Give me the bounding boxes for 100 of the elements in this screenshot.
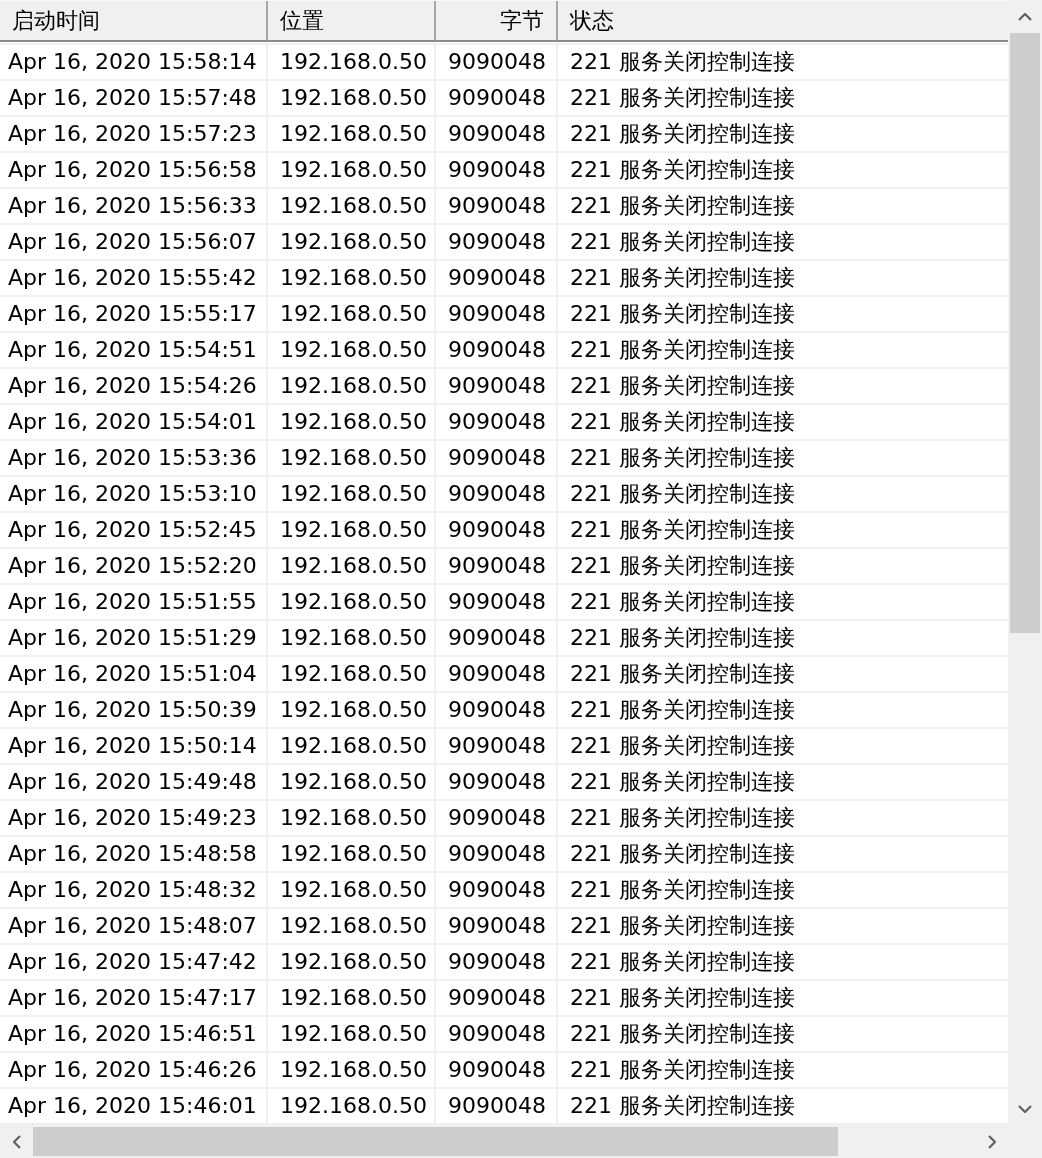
table-cell: 9090048 (436, 657, 558, 691)
table-cell-text: 221 服务关闭控制连接 (569, 516, 796, 544)
table-cell: 192.168.0.50 (268, 1053, 436, 1087)
table-cell-text: 221 服务关闭控制连接 (569, 948, 796, 976)
table-cell: 9090048 (436, 945, 558, 979)
table-cell-text: 221 服务关闭控制连接 (569, 1092, 796, 1120)
table-cell-text: 221 服务关闭控制连接 (569, 372, 796, 400)
table-cell: 192.168.0.50 (268, 405, 436, 439)
table-cell: Apr 16, 2020 15:46:51 (0, 1017, 268, 1051)
table-cell-text: 221 服务关闭控制连接 (569, 840, 796, 868)
table-cell-text: 221 服务关闭控制连接 (569, 336, 796, 364)
table-cell-text: 221 服务关闭控制连接 (569, 876, 796, 904)
table-cell: Apr 16, 2020 15:55:42 (0, 261, 268, 295)
table-cell: 192.168.0.50 (268, 765, 436, 799)
table-cell: 192.168.0.50 (268, 837, 436, 871)
table-cell: Apr 16, 2020 15:52:45 (0, 513, 268, 547)
table-cell: 9090048 (436, 1089, 558, 1123)
table-cell: 192.168.0.50 (268, 261, 436, 295)
scrollbar-thumb[interactable] (33, 1127, 838, 1156)
table-cell: 192.168.0.50 (268, 945, 436, 979)
table-cell-text: 221 服务关闭控制连接 (569, 1056, 796, 1084)
table-cell: 9090048 (436, 729, 558, 763)
column-header[interactable]: 状态 (558, 1, 1008, 40)
table-cell-text: 221 服务关闭控制连接 (569, 228, 796, 256)
table-cell: 9090048 (436, 117, 558, 151)
table-cell: 9090048 (436, 369, 558, 403)
table-cell: Apr 16, 2020 15:54:01 (0, 405, 268, 439)
table-cell: 9090048 (436, 621, 558, 655)
table-cell: 192.168.0.50 (268, 1017, 436, 1051)
table-cell: 9090048 (436, 873, 558, 907)
table-cell: 9090048 (436, 837, 558, 871)
table-cell: Apr 16, 2020 15:49:23 (0, 801, 268, 835)
chevron-up-icon[interactable] (1018, 12, 1032, 21)
table-cell-text: 221 服务关闭控制连接 (569, 84, 796, 112)
table-cell-text: 221 服务关闭控制连接 (569, 408, 796, 436)
table-cell: 192.168.0.50 (268, 873, 436, 907)
table-cell-text: 221 服务关闭控制连接 (569, 48, 796, 76)
table-cell: Apr 16, 2020 15:51:29 (0, 621, 268, 655)
column-header[interactable]: 启动时间 (0, 1, 268, 40)
table-cell-text: 221 服务关闭控制连接 (569, 912, 796, 940)
table-cell: 9090048 (436, 981, 558, 1015)
table-cell: 9090048 (436, 1053, 558, 1087)
table-cell: 9090048 (436, 225, 558, 259)
table-cell: 9090048 (436, 297, 558, 331)
table-cell: 192.168.0.50 (268, 81, 436, 115)
table-cell: 9090048 (436, 153, 558, 187)
table-cell: 192.168.0.50 (268, 189, 436, 223)
table-cell: 192.168.0.50 (268, 513, 436, 547)
table-cell: 192.168.0.50 (268, 549, 436, 583)
table-cell: 192.168.0.50 (268, 477, 436, 511)
table-cell: Apr 16, 2020 15:50:39 (0, 693, 268, 727)
table-cell: Apr 16, 2020 15:46:01 (0, 1089, 268, 1123)
table-cell: Apr 16, 2020 15:58:14 (0, 45, 268, 79)
table-cell: Apr 16, 2020 15:54:51 (0, 333, 268, 367)
table-cell-text: 221 服务关闭控制连接 (569, 120, 796, 148)
table-cell: 192.168.0.50 (268, 657, 436, 691)
table-cell: Apr 16, 2020 15:56:07 (0, 225, 268, 259)
table-cell: 9090048 (436, 765, 558, 799)
table-cell: Apr 16, 2020 15:47:17 (0, 981, 268, 1015)
table-cell: Apr 16, 2020 15:52:20 (0, 549, 268, 583)
table-cell: 192.168.0.50 (268, 441, 436, 475)
table-cell: 192.168.0.50 (268, 1089, 436, 1123)
scrollbar-thumb[interactable] (1010, 33, 1040, 633)
column-header[interactable]: 位置 (268, 1, 436, 40)
table-cell: 9090048 (436, 333, 558, 367)
table-cell: 192.168.0.50 (268, 369, 436, 403)
table-cell: 9090048 (436, 693, 558, 727)
table-cell-text: 221 服务关闭控制连接 (569, 624, 796, 652)
table-cell: 9090048 (436, 81, 558, 115)
chevron-down-icon[interactable] (1018, 1104, 1032, 1113)
horizontal-scrollbar[interactable] (0, 1125, 1042, 1158)
table-cell: Apr 16, 2020 15:51:55 (0, 585, 268, 619)
table-cell-text: 221 服务关闭控制连接 (569, 1020, 796, 1048)
table-cell: 9090048 (436, 549, 558, 583)
table-cell-text: 221 服务关闭控制连接 (569, 732, 796, 760)
table-cell: 192.168.0.50 (268, 297, 436, 331)
table-cell: Apr 16, 2020 15:48:32 (0, 873, 268, 907)
vertical-scrollbar[interactable] (1008, 0, 1042, 1125)
table-cell: 192.168.0.50 (268, 729, 436, 763)
table-cell: 192.168.0.50 (268, 693, 436, 727)
table-cell: 9090048 (436, 45, 558, 79)
table-cell-text: 221 服务关闭控制连接 (569, 300, 796, 328)
table-cell: 9090048 (436, 405, 558, 439)
table-cell: 192.168.0.50 (268, 801, 436, 835)
table-cell: Apr 16, 2020 15:48:07 (0, 909, 268, 943)
table-cell: 9090048 (436, 477, 558, 511)
table-cell: Apr 16, 2020 15:50:14 (0, 729, 268, 763)
table-cell: 9090048 (436, 801, 558, 835)
table-cell-text: 221 服务关闭控制连接 (569, 156, 796, 184)
table-cell: 9090048 (436, 909, 558, 943)
table-cell: 192.168.0.50 (268, 333, 436, 367)
chevron-left-icon[interactable] (12, 1134, 21, 1149)
table-cell: 9090048 (436, 441, 558, 475)
table-cell-text: 221 服务关闭控制连接 (569, 696, 796, 724)
column-header[interactable]: 字节 (436, 1, 558, 40)
chevron-right-icon[interactable] (987, 1134, 996, 1149)
table-cell-text: 221 服务关闭控制连接 (569, 480, 796, 508)
table-cell: Apr 16, 2020 15:57:23 (0, 117, 268, 151)
table-cell: 192.168.0.50 (268, 45, 436, 79)
table-cell: 9090048 (436, 585, 558, 619)
